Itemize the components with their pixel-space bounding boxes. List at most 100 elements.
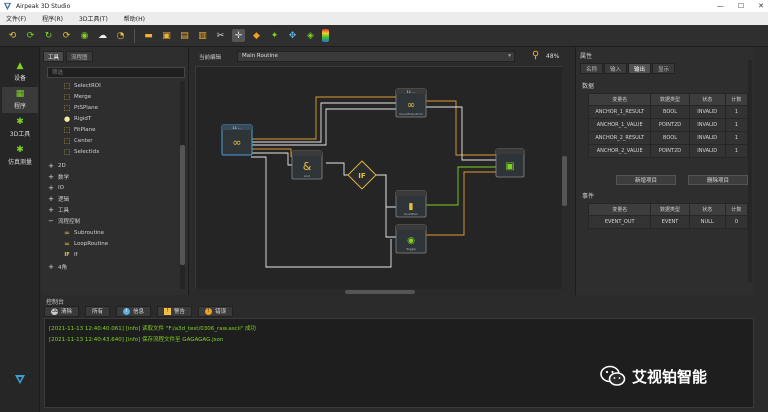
column-header[interactable]: 计数 — [724, 203, 749, 216]
tree-item[interactable]: IF If — [63, 250, 77, 260]
tree-item[interactable]: ⬚ FitPlane — [63, 125, 96, 135]
flow-graph[interactable]: 11 ... ∞ 11 ... ∞ CloudTransform & And I… — [196, 67, 568, 291]
scrollbar-thumb[interactable] — [345, 290, 415, 294]
table-row[interactable]: ANCHOR_1_VALUE POINT2D INVALID 1 — [587, 118, 749, 132]
tree-item[interactable]: ● RigidT — [63, 114, 91, 124]
canvas-label: 当前编辑 — [199, 55, 222, 61]
add-item-button[interactable]: 新增项目 — [616, 175, 676, 185]
export-icon[interactable]: ▥ — [196, 29, 209, 42]
node-and[interactable]: & And — [291, 150, 323, 180]
column-header[interactable]: 计数 — [724, 93, 749, 106]
column-header[interactable]: 状态 — [688, 93, 726, 106]
menu-program[interactable]: 程序(R) — [42, 14, 63, 23]
tree-item[interactable]: ⬚ Center — [63, 136, 93, 146]
tool-search-input[interactable] — [47, 67, 185, 78]
node-output[interactable]: ▣ — [495, 148, 525, 178]
scrollbar-thumb[interactable] — [562, 156, 567, 206]
cell-count: 1 — [724, 118, 749, 132]
tree-item[interactable]: ⬚ Merge — [63, 92, 91, 102]
tab-display[interactable]: 显示 — [652, 63, 676, 74]
tab-tools[interactable]: 工具 — [43, 51, 65, 62]
tree-item[interactable]: ∞ LoopRoutine — [63, 239, 108, 249]
node-if[interactable]: IF — [347, 160, 377, 190]
warning-button[interactable]: ! 警告 — [157, 305, 193, 317]
info-button[interactable]: i 信息 — [116, 305, 152, 317]
tab-name[interactable]: 名称 — [580, 63, 604, 74]
redo-icon[interactable]: ⟳ — [24, 29, 37, 42]
column-header[interactable]: 数据类型 — [650, 203, 690, 216]
nav-device[interactable]: ▲ 设备 — [2, 59, 38, 85]
crosshair-icon[interactable]: ✛ — [232, 29, 245, 42]
nav-measure[interactable]: ✱ 仿真测量 — [2, 143, 38, 169]
cell-type: BOOL — [650, 131, 690, 145]
tree-group[interactable]: + 逻辑 — [47, 194, 69, 204]
move-icon[interactable]: ✥ — [286, 29, 299, 42]
scissors-icon[interactable]: ✂ — [214, 29, 227, 42]
event-table: 变量名 数据类型 状态 计数 EVENT_OUT EVENT NULL 0 — [587, 203, 749, 229]
column-header[interactable]: 数据类型 — [650, 93, 690, 106]
undo-icon[interactable]: ⟲ — [6, 29, 19, 42]
table-row[interactable]: ANCHOR_2_RESULT BOOL INVALID 1 — [587, 131, 749, 145]
properties-scrollbar[interactable] — [748, 60, 752, 282]
table-row[interactable]: ANCHOR_1_RESULT BOOL INVALID 1 — [587, 105, 749, 119]
shapes-icon[interactable]: ✦ — [268, 29, 281, 42]
save-icon[interactable]: ▣ — [160, 29, 173, 42]
cube-icon[interactable]: ◆ — [250, 29, 263, 42]
tab-input[interactable]: 输入 — [604, 63, 628, 74]
delete-item-button[interactable]: 删除项目 — [688, 175, 748, 185]
run-icon[interactable]: ⟳ — [60, 29, 73, 42]
table-row[interactable]: EVENT_OUT EVENT NULL 0 — [587, 215, 749, 229]
canvas-vertical-scrollbar[interactable] — [562, 66, 567, 290]
title-bar: Airpeak 3D Studio — ☐ ✕ — [0, 0, 768, 12]
tree-item[interactable]: ∞ Subroutine — [63, 228, 104, 238]
tree-group[interactable]: +2D — [47, 161, 66, 171]
tree-group[interactable]: +4角 — [47, 262, 67, 272]
menu-file[interactable]: 文件(F) — [6, 14, 26, 23]
canvas-horizontal-scrollbar[interactable] — [195, 289, 567, 295]
camera-icon[interactable]: ◉ — [78, 29, 91, 42]
tool-tree-scrollbar[interactable] — [180, 81, 185, 289]
tab-output[interactable]: 输出 — [628, 63, 652, 74]
tree-item[interactable]: ⬚ SelectIdx — [63, 147, 100, 157]
tree-group-label: 4角 — [58, 265, 67, 271]
scrollbar-thumb[interactable] — [180, 145, 185, 265]
minimize-button[interactable]: — — [717, 2, 724, 10]
tree-group[interactable]: + 数学 — [47, 172, 69, 182]
column-header[interactable]: 变量名 — [587, 203, 652, 216]
refresh-icon[interactable]: ↻ — [42, 29, 55, 42]
import-icon[interactable]: ▤ — [178, 29, 191, 42]
node-condition[interactable]: ▮ Condition — [395, 190, 427, 218]
error-button[interactable]: ! 错误 — [198, 305, 234, 317]
clock-icon[interactable]: ◔ — [114, 29, 127, 42]
tree-item[interactable]: ⬚ PtSPlane — [63, 103, 98, 113]
cloud-icon[interactable]: ☁ — [96, 29, 109, 42]
column-header[interactable]: 变量名 — [587, 93, 652, 106]
gradient-icon[interactable] — [322, 29, 329, 42]
tree-group-open[interactable]: − 流程控制 — [47, 216, 80, 226]
tree-group[interactable]: + IO — [47, 183, 64, 193]
nav-3d-tools[interactable]: ✱ 3D工具 — [2, 115, 38, 141]
clear-button-label: 清除 — [61, 309, 73, 315]
zoom-control[interactable]: ⚲ 48% — [532, 51, 559, 61]
tree-item[interactable]: ⬚ SelectROI — [63, 81, 101, 91]
node-subroutine[interactable]: 11 ... ∞ — [221, 124, 253, 156]
menu-help[interactable]: 帮助(H) — [124, 14, 145, 23]
tab-flowchart[interactable]: 流程图 — [66, 51, 93, 62]
info-icon: i — [123, 307, 131, 315]
routine-select[interactable]: Main Routine ▾ — [237, 51, 515, 62]
node-toggle[interactable]: ◉ Toggle — [395, 224, 427, 254]
close-button[interactable]: ✕ — [758, 2, 764, 10]
all-button[interactable]: 所有 — [85, 305, 111, 317]
node-cloud-transform[interactable]: 11 ... ∞ CloudTransform — [395, 88, 427, 118]
console-output[interactable]: [2021-11-13 12:40:40.061] [info] 读取文件 "F… — [44, 318, 754, 408]
table-row[interactable]: ANCHOR_2_VALUE POINT2D INVALID 1 — [587, 144, 749, 158]
clear-button[interactable]: ⌫ 清除 — [44, 305, 80, 317]
flow-canvas[interactable]: 11 ... ∞ 11 ... ∞ CloudTransform & And I… — [195, 66, 567, 290]
column-header[interactable]: 状态 — [688, 203, 726, 216]
tree-group[interactable]: + 工具 — [47, 205, 69, 215]
menu-3d-tools[interactable]: 3D工具(T) — [79, 14, 108, 23]
folder-icon[interactable]: ▬ — [142, 29, 155, 42]
nav-program[interactable]: ▦ 程序 — [2, 87, 38, 113]
palette-icon[interactable]: ◈ — [304, 29, 317, 42]
maximize-button[interactable]: ☐ — [738, 2, 744, 10]
